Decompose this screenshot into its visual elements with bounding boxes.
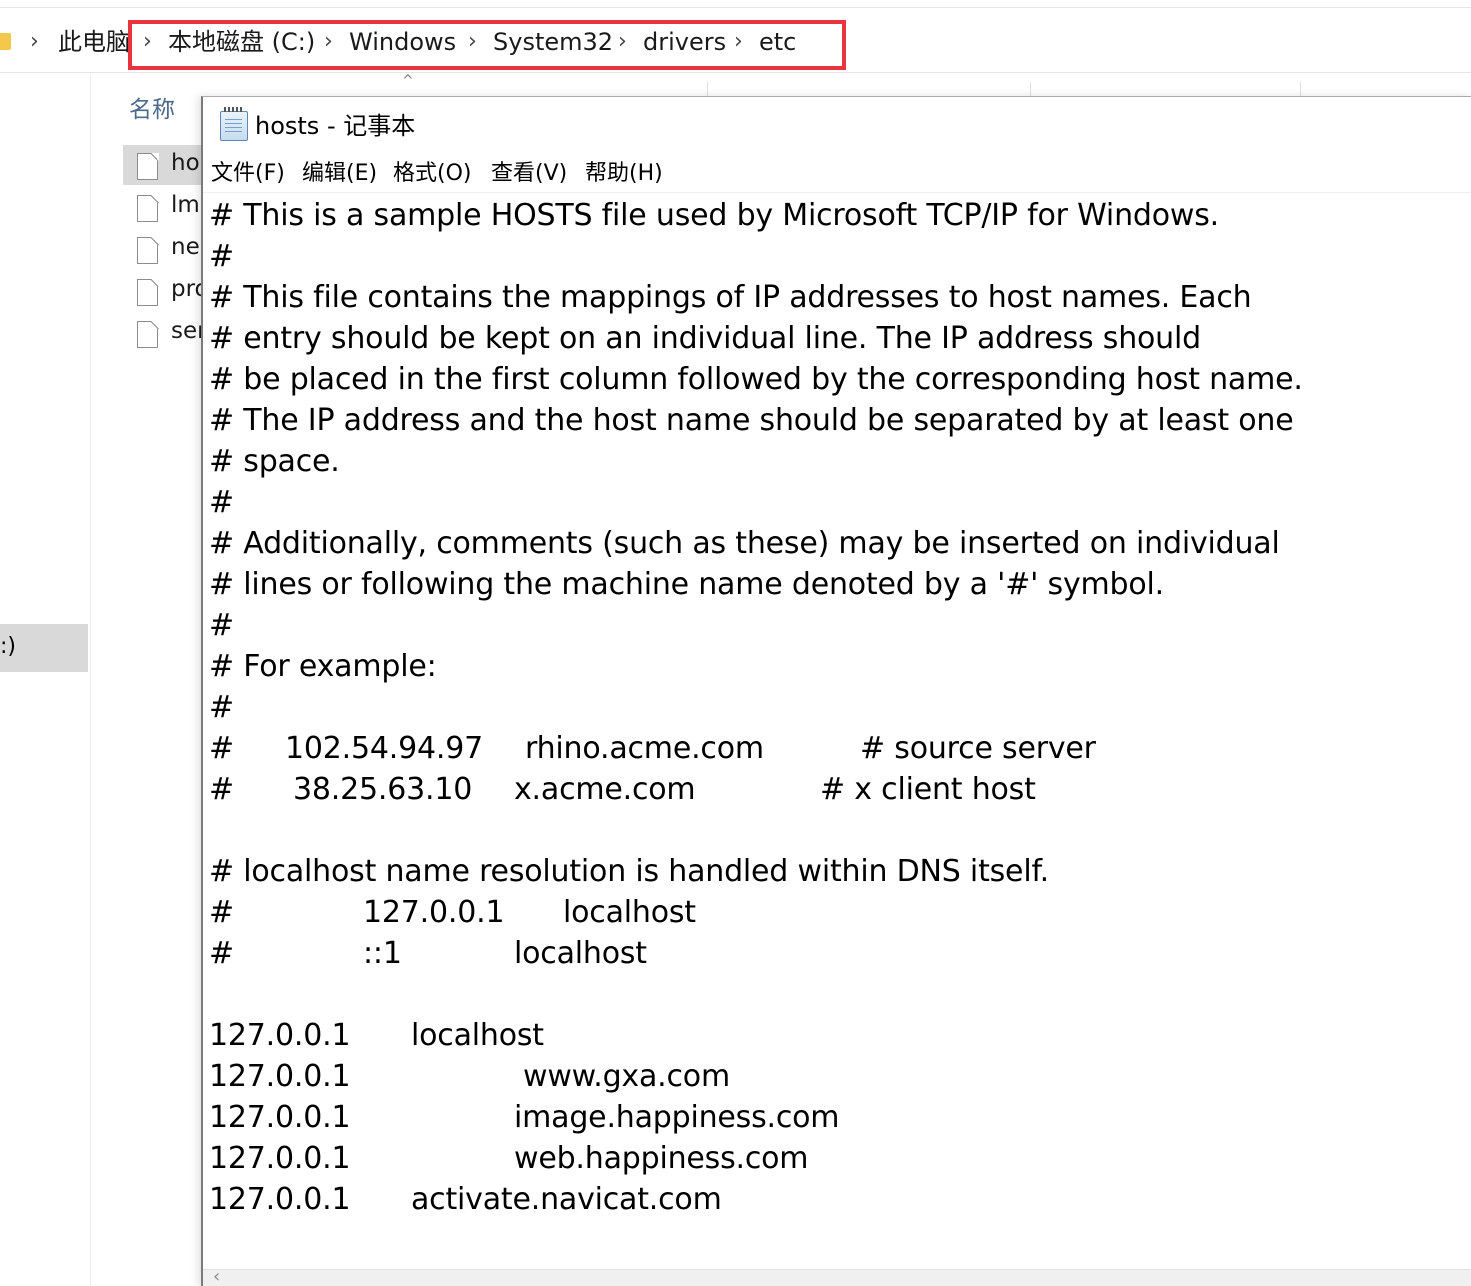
text-segment: # bbox=[209, 485, 234, 520]
text-segment: # lines or following the machine name de… bbox=[209, 567, 1165, 602]
menu-edit[interactable]: 编辑(E) bbox=[302, 159, 377, 189]
text-segment: # localhost name resolution is handled w… bbox=[209, 854, 1049, 889]
nav-item-label: :) bbox=[0, 634, 16, 659]
text-segment: web.happiness.com bbox=[514, 1141, 809, 1176]
text-segment: # bbox=[209, 895, 234, 930]
navigation-pane[interactable] bbox=[0, 73, 91, 1286]
notepad-icon[interactable] bbox=[220, 107, 248, 141]
file-name: ne bbox=[171, 234, 200, 260]
text-segment: # entry should be kept on an individual … bbox=[209, 321, 1201, 356]
notepad-window[interactable]: hosts - 记事本 文件(F) 编辑(E) 格式(O) 查看(V) 帮助(H… bbox=[201, 96, 1471, 1286]
file-row[interactable]: pro bbox=[123, 271, 209, 311]
text-segment: 127.0.0.1 bbox=[209, 1100, 351, 1135]
text-segment: # bbox=[209, 608, 234, 643]
text-segment: # For example: bbox=[209, 649, 437, 684]
text-segment: localhost bbox=[563, 895, 696, 930]
notepad-titlebar[interactable]: hosts - 记事本 bbox=[203, 97, 1471, 155]
text-segment: x.acme.com bbox=[514, 772, 696, 807]
nav-item-local-disk[interactable]: :) bbox=[0, 624, 88, 672]
file-row[interactable]: ser bbox=[123, 313, 207, 353]
menu-bar: 文件(F) 编辑(E) 格式(O) 查看(V) 帮助(H) bbox=[203, 155, 1471, 193]
text-segment: # bbox=[209, 731, 234, 766]
file-icon bbox=[137, 236, 159, 264]
horizontal-scrollbar[interactable]: ‹ bbox=[203, 1266, 1471, 1286]
text-segment: www.gxa.com bbox=[523, 1059, 730, 1094]
file-name: ho bbox=[171, 150, 200, 176]
column-header-name[interactable]: 名称 bbox=[129, 90, 175, 124]
text-segment: # be placed in the first column followed… bbox=[209, 362, 1303, 397]
file-row[interactable]: lml bbox=[123, 187, 206, 227]
breadcrumb-this-pc[interactable]: 此电脑 bbox=[58, 26, 130, 58]
text-segment: 38.25.63.10 bbox=[293, 772, 473, 807]
menu-file[interactable]: 文件(F) bbox=[211, 159, 285, 189]
file-icon bbox=[137, 152, 159, 180]
text-segment: # This file contains the mappings of IP … bbox=[209, 280, 1252, 315]
chevron-right-icon[interactable]: › bbox=[30, 26, 39, 58]
path-highlight-box bbox=[128, 20, 846, 70]
desktop: › 此电脑 › 本地磁盘 (C:) › Windows › System32 ›… bbox=[0, 0, 1471, 1286]
text-segment: localhost bbox=[411, 1018, 544, 1053]
text-segment: 102.54.94.97 bbox=[285, 731, 483, 766]
text-segment: # bbox=[209, 690, 234, 725]
text-segment: rhino.acme.com bbox=[525, 731, 764, 766]
text-segment: # bbox=[209, 936, 234, 971]
menu-help[interactable]: 帮助(H) bbox=[585, 159, 663, 189]
file-row[interactable]: ho bbox=[123, 145, 203, 185]
folder-icon bbox=[0, 33, 11, 50]
scroll-left-icon[interactable]: ‹ bbox=[213, 1266, 220, 1286]
menu-format[interactable]: 格式(O) bbox=[393, 159, 471, 189]
text-editor[interactable]: # This is a sample HOSTS file used by Mi… bbox=[209, 195, 1471, 1275]
menu-view[interactable]: 查看(V) bbox=[491, 159, 567, 189]
text-segment: # Additionally, comments (such as these)… bbox=[209, 526, 1280, 561]
text-segment: 127.0.0.1 bbox=[363, 895, 505, 930]
file-icon bbox=[137, 194, 159, 222]
file-icon bbox=[137, 320, 159, 348]
text-segment: ::1 bbox=[363, 936, 402, 971]
sort-caret-icon: ^ bbox=[402, 73, 414, 89]
file-icon bbox=[137, 278, 159, 306]
text-segment: # source server bbox=[860, 731, 1096, 766]
text-segment: 127.0.0.1 bbox=[209, 1018, 351, 1053]
text-segment: # The IP address and the host name shoul… bbox=[209, 403, 1294, 438]
text-segment: 127.0.0.1 bbox=[209, 1141, 351, 1176]
text-segment: 127.0.0.1 bbox=[209, 1182, 351, 1217]
file-row[interactable]: ne bbox=[123, 229, 203, 269]
text-segment: image.happiness.com bbox=[514, 1100, 840, 1135]
text-segment: # This is a sample HOSTS file used by Mi… bbox=[209, 198, 1219, 233]
window-title: hosts - 记事本 bbox=[255, 112, 416, 140]
text-segment: 127.0.0.1 bbox=[209, 1059, 351, 1094]
text-segment: # bbox=[209, 772, 234, 807]
window-top-border bbox=[0, 7, 1471, 8]
text-segment: # bbox=[209, 239, 234, 274]
text-segment: activate.navicat.com bbox=[411, 1182, 722, 1217]
text-segment: localhost bbox=[514, 936, 647, 971]
text-segment: # space. bbox=[209, 444, 340, 479]
text-segment: # x client host bbox=[820, 772, 1036, 807]
